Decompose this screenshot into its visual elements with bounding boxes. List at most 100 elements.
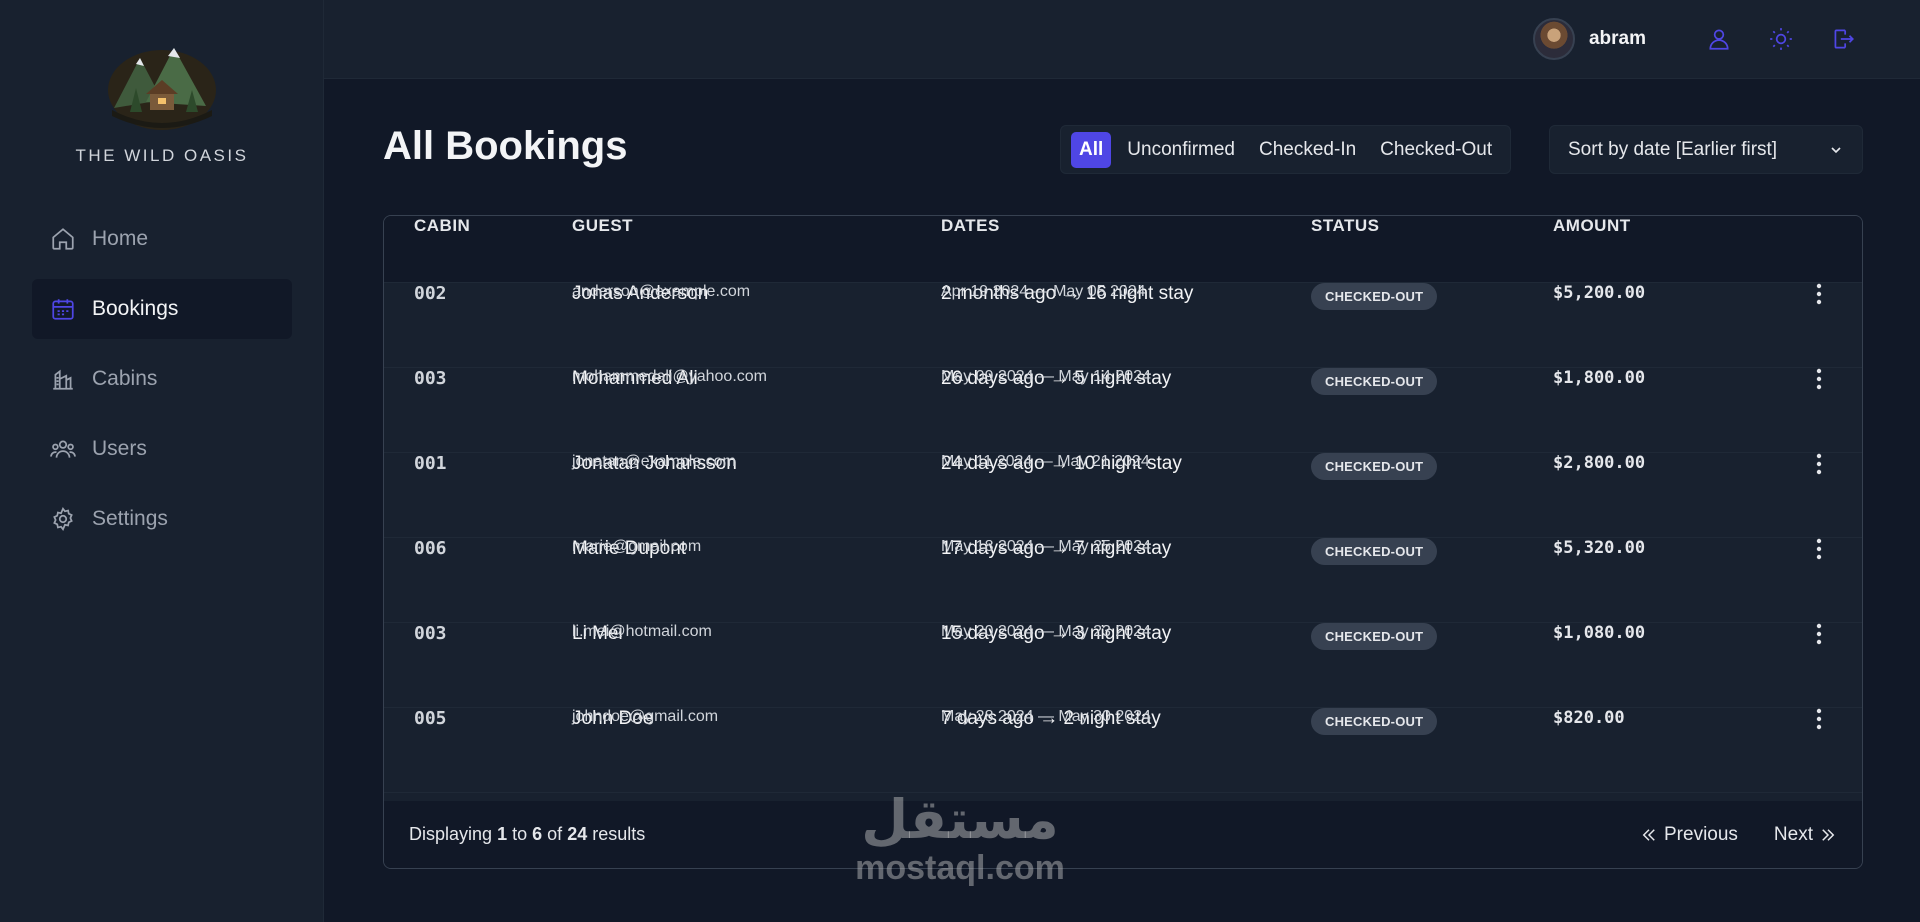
column-header-amount: AMOUNT [1553, 216, 1631, 235]
more-vertical-icon [1816, 453, 1822, 475]
logo[interactable]: THE WILD OASIS [0, 40, 324, 166]
home-icon [50, 226, 76, 252]
filter-unconfirmed-button[interactable]: Unconfirmed [1119, 132, 1243, 168]
filter-all-button[interactable]: All [1071, 131, 1112, 168]
watermark: مستقل mostaql.com [845, 790, 1075, 886]
date-range: May 18 2024 — May 25 2024 [941, 538, 1151, 555]
sidebar-item-home[interactable]: Home [32, 209, 292, 269]
guest-email: li.mei@hotmail.com [572, 623, 712, 640]
column-header-guest: GUEST [572, 216, 634, 235]
guest-email: anderson@example.com [572, 283, 751, 300]
sidebar-item-label: Users [92, 437, 147, 460]
sidebar-item-users[interactable]: Users [32, 419, 292, 479]
watermark-arabic: مستقل [861, 790, 1059, 850]
amount: $1,800.00 [1553, 368, 1646, 388]
results-label: Displaying [409, 824, 493, 844]
cabin-number: 003 [414, 623, 447, 644]
results-to-label: to [512, 824, 528, 844]
cabin-number: 002 [414, 283, 447, 304]
theme-toggle-button[interactable] [1764, 22, 1798, 56]
pager: Previous Next [1604, 824, 1837, 846]
row-menu-button[interactable] [1809, 453, 1829, 477]
logout-icon [1834, 29, 1854, 49]
amount: $5,320.00 [1553, 538, 1646, 558]
sidebar-item-cabins[interactable]: Cabins [32, 349, 292, 409]
date-range: May 09 2024 — May 14 2024 [941, 368, 1151, 385]
users-icon [50, 436, 76, 462]
more-vertical-icon [1816, 708, 1822, 730]
table-header: CABIN GUEST DATES STATUS AMOUNT [384, 216, 1862, 283]
username: abram [1588, 28, 1646, 49]
amount: $5,200.00 [1553, 283, 1646, 303]
avatar[interactable] [1532, 18, 1575, 60]
chevrons-left-icon [1642, 828, 1655, 841]
row-menu-button[interactable] [1809, 538, 1829, 562]
results-from: 1 [497, 824, 508, 844]
more-vertical-icon [1816, 283, 1822, 305]
watermark-latin: mostaql.com [855, 849, 1065, 887]
gear-icon [50, 506, 76, 532]
results-total: 24 [567, 824, 588, 844]
table-row: 005 John Doe johndoe@gmail.com 7 days ago →… [384, 708, 1862, 793]
table-row: 003 Li Mei li.mei@hotmail.com 15 days ago →… [384, 623, 1862, 708]
guest-email: jonatan@example.com [572, 453, 736, 470]
account-button[interactable] [1702, 22, 1736, 56]
column-header-dates: DATES [941, 216, 1000, 235]
next-label: Next [1773, 823, 1813, 845]
calendar-icon [50, 296, 76, 322]
brand-name: THE WILD OASIS [75, 146, 249, 165]
status-badge: CHECKED-OUT [1311, 283, 1438, 310]
row-menu-button[interactable] [1809, 368, 1829, 392]
sidebar-item-bookings[interactable]: Bookings [32, 279, 292, 339]
date-range: May 28 2024 — May 30 2024 [941, 708, 1151, 725]
cabins-icon [50, 366, 76, 392]
amount: $1,080.00 [1553, 623, 1646, 643]
sidebar-item-label: Settings [92, 507, 168, 530]
results-of-label: of [547, 824, 563, 844]
amount: $2,800.00 [1553, 453, 1646, 473]
table-body: 002 Jonas Anderson anderson@example.com 2 m… [384, 283, 1862, 793]
filter-checked-in-button[interactable]: Checked-In [1251, 132, 1364, 168]
sidebar: THE WILD OASIS Home Bookings Cabins User… [0, 0, 324, 922]
row-menu-button[interactable] [1809, 708, 1829, 732]
guest-email: marie@gmail.com [572, 538, 702, 555]
amount: $820.00 [1553, 708, 1625, 728]
table-row: 001 Jonatan Johansson jonatan@example.com 2… [384, 453, 1862, 538]
sort-select[interactable]: Sort by date [Earlier first] [1549, 125, 1863, 174]
user-area: abram [1532, 18, 1860, 60]
guest-email: johndoe@gmail.com [572, 708, 719, 725]
column-header-status: STATUS [1311, 216, 1380, 235]
row-menu-button[interactable] [1809, 623, 1829, 647]
status-filter: All Unconfirmed Checked-In Checked-Out [1060, 125, 1512, 174]
sidebar-nav: Home Bookings Cabins Users Settings [32, 209, 292, 559]
results-to: 6 [532, 824, 543, 844]
user-icon [1709, 29, 1729, 50]
previous-button[interactable]: Previous [1640, 824, 1738, 846]
sidebar-item-label: Bookings [92, 297, 179, 320]
chevron-down-icon [1831, 146, 1841, 153]
filter-checked-out-button[interactable]: Checked-Out [1372, 132, 1500, 168]
pagination: Displaying 1 to 6 of 24 results Previous… [384, 801, 1862, 868]
logout-button[interactable] [1826, 22, 1860, 56]
table-row: 003 Mohammed Ali mohammedali@yahoo.com 26 d… [384, 368, 1862, 453]
chevrons-right-icon [1822, 828, 1835, 841]
previous-label: Previous [1664, 823, 1738, 845]
sidebar-item-settings[interactable]: Settings [32, 489, 292, 549]
date-range: Apr 19 2024 — May 05 2024 [941, 283, 1146, 300]
status-badge: CHECKED-OUT [1311, 623, 1438, 650]
more-vertical-icon [1816, 623, 1822, 645]
status-badge: CHECKED-OUT [1311, 453, 1438, 480]
sort-value: Sort by date [Earlier first] [1568, 138, 1778, 160]
results-suffix: results [592, 824, 646, 844]
sun-icon [1770, 28, 1792, 50]
status-badge: CHECKED-OUT [1311, 368, 1438, 395]
table-row: 006 Marie Dupont marie@gmail.com 17 days ag… [384, 538, 1862, 623]
bookings-table: CABIN GUEST DATES STATUS AMOUNT 002 Jonas… [383, 215, 1863, 869]
next-button[interactable]: Next [1774, 824, 1837, 846]
more-vertical-icon [1816, 368, 1822, 390]
top-header: abram [324, 0, 1920, 79]
status-badge: CHECKED-OUT [1311, 538, 1438, 565]
column-header-cabin: CABIN [414, 216, 471, 235]
date-range: May 20 2024 — May 23 2024 [941, 623, 1151, 640]
row-menu-button[interactable] [1809, 283, 1829, 307]
